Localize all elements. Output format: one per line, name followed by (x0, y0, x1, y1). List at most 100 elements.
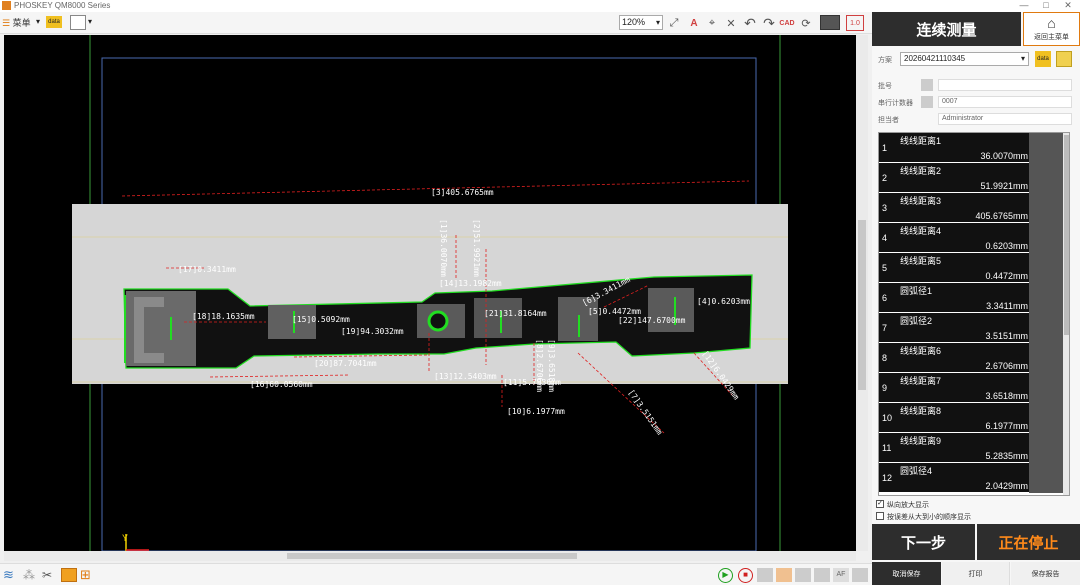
list-item[interactable]: 5 线线距离5 0.4472mm (879, 253, 1063, 283)
list-item[interactable]: 9 线线距离7 3.6518mm (879, 373, 1063, 403)
calibration-icon[interactable]: 1.0 (846, 15, 864, 31)
list-item[interactable]: 8 线线距离6 2.6706mm (879, 343, 1063, 373)
hole-feature (427, 310, 449, 332)
network-icon[interactable]: ⊞ (80, 568, 96, 582)
batch-icon[interactable] (921, 79, 933, 91)
scheme-value: 20260421110345 (904, 54, 966, 63)
scroll-thumb[interactable] (1064, 135, 1069, 335)
zoom-value: 120% (622, 17, 646, 27)
list-item[interactable]: 6 圆弧径1 3.3411mm (879, 283, 1063, 313)
refresh-icon[interactable]: ⟳ (797, 15, 815, 31)
batch-field[interactable] (938, 79, 1072, 91)
measurement-label: [17]0.3411mm (178, 265, 236, 274)
autofocus-icon[interactable]: AF (833, 568, 849, 582)
folder-icon[interactable] (1056, 51, 1072, 67)
fit-view-icon[interactable]: ⤢ (665, 15, 683, 31)
title-bar: PHOSKEY QM8000 Series — □ ✕ (0, 0, 1080, 12)
right-panel: 连续测量 ⌂ 返回主菜单 方案 20260421110345 ▾ data 批号… (872, 12, 1080, 585)
measurement-label: [20]87.7041mm (314, 359, 377, 368)
counter-field[interactable]: 0007 (938, 96, 1072, 108)
measurement-label: [22]147.6700mm (618, 316, 686, 325)
layers-icon[interactable]: ≋ (3, 568, 19, 582)
chevron-down-icon[interactable]: ▾ (36, 17, 44, 26)
part-feature (474, 298, 522, 338)
minimize-button[interactable]: — (1015, 0, 1033, 12)
scroll-thumb[interactable] (858, 220, 866, 390)
sort-error-label: 按误差从大到小的顺序显示 (887, 514, 971, 521)
delete-icon[interactable]: ✕ (722, 15, 740, 31)
measurement-label: [9]3.6518mm (547, 339, 556, 392)
measurement-label: [4]0.6203mm (697, 297, 750, 306)
scroll-thumb[interactable] (287, 553, 577, 559)
maximize-button[interactable]: □ (1037, 0, 1055, 12)
vertical-scrollbar[interactable] (856, 35, 868, 551)
list-item[interactable]: 12 圆弧径4 2.0429mm (879, 463, 1063, 493)
measurement-label: [10]6.1977mm (507, 407, 565, 416)
redo-icon[interactable]: ↷ (760, 15, 778, 31)
operator-label: 担当者 (878, 117, 899, 124)
save-report-button[interactable]: 保存报告 (1011, 562, 1080, 585)
menu-button[interactable]: ☰ 菜单 (2, 16, 31, 29)
zoom-display-checkbox[interactable]: ✓ (876, 500, 884, 508)
list-item[interactable]: 11 线线距离9 5.2835mm (879, 433, 1063, 463)
sort-error-checkbox[interactable] (876, 512, 884, 520)
measurement-label: [2]51.9921mm (472, 219, 481, 277)
light-icon[interactable] (776, 568, 792, 582)
print-button[interactable]: 打印 (942, 562, 1010, 585)
toolbar: ☰ 菜单 ▾ data ▾ 120%▾ ⤢ A ⌖ ✕ ↶ ↷ CAD ⟳ ⚙ … (0, 12, 872, 34)
batch-label: 批号 (878, 83, 892, 90)
measurement-label: [19]94.3032mm (341, 327, 404, 336)
mountain-icon[interactable] (852, 568, 868, 582)
mode-title: 连续测量 (872, 12, 1021, 46)
chevron-down-icon[interactable]: ▾ (88, 17, 92, 26)
zoom-select[interactable]: 120% ▾ (619, 15, 663, 30)
list-item[interactable]: 4 线线距离4 0.6203mm (879, 223, 1063, 253)
measurement-label: [8]2.6706mm (535, 339, 544, 392)
measurement-label: [15]0.5092mm (292, 315, 350, 324)
data-folder-icon[interactable]: data (1035, 51, 1051, 67)
bottom-toolbar: ≋ ⁂ ✂ ⊞ ▶ ■ AF (0, 563, 872, 585)
picture-icon[interactable] (61, 568, 77, 582)
measurement-label: [18]18.1635mm (192, 312, 255, 321)
next-step-button[interactable]: 下一步 (872, 524, 975, 560)
measurement-label: [14]13.1982mm (439, 279, 502, 288)
app-logo-icon (2, 1, 11, 10)
crosshair-icon[interactable]: ⌖ (703, 15, 721, 31)
text-tool-icon[interactable]: A (685, 15, 703, 31)
chevron-down-icon: ▾ (1020, 54, 1025, 63)
measurement-label: [16]60.0560mm (250, 380, 313, 389)
close-button[interactable]: ✕ (1059, 0, 1077, 12)
scheme-select[interactable]: 20260421110345 ▾ (900, 52, 1029, 66)
operator-field[interactable]: Administrator (938, 113, 1072, 125)
measurement-label: [7]3.5151mm (626, 388, 664, 437)
home-icon: ⌂ (1047, 15, 1056, 31)
horizontal-scrollbar[interactable] (4, 551, 856, 561)
stop-icon[interactable]: ■ (738, 568, 753, 583)
tree-icon[interactable]: ⁂ (23, 568, 39, 582)
counter-label: 串行计数器 (878, 100, 913, 107)
play-icon[interactable]: ▶ (718, 568, 733, 583)
results-list[interactable]: 1 线线距离1 36.0070mm 2 线线距离2 51.9921mm 3 线线距离3 40… (878, 132, 1070, 496)
measurement-label: [21]31.8164mm (484, 309, 547, 318)
cad-icon[interactable]: CAD (778, 15, 796, 31)
stop-button[interactable]: 正在停止 (977, 524, 1080, 560)
undo-icon[interactable]: ↶ (741, 15, 759, 31)
layout-icon[interactable] (70, 15, 86, 30)
list-item[interactable]: 3 线线距离3 405.6765mm (879, 193, 1063, 223)
stage-icon[interactable] (795, 568, 811, 582)
tools-icon[interactable]: ✂ (42, 568, 58, 582)
list-scrollbar[interactable] (1063, 133, 1069, 495)
list-item[interactable]: 1 线线距离1 36.0070mm (879, 133, 1063, 163)
platform-icon[interactable] (814, 568, 830, 582)
counter-icon[interactable] (921, 96, 933, 108)
list-item[interactable]: 10 线线距离8 6.1977mm (879, 403, 1063, 433)
measurement-canvas[interactable]: [3]405.6765mm [17]0.3411mm [18]18.1635mm… (4, 35, 856, 551)
image-icon[interactable] (820, 15, 840, 30)
cancel-save-button[interactable]: 取消保存 (872, 562, 941, 585)
scheme-label: 方案 (878, 57, 892, 64)
capture-icon[interactable] (757, 568, 773, 582)
list-item[interactable]: 2 线线距离2 51.9921mm (879, 163, 1063, 193)
home-button[interactable]: ⌂ 返回主菜单 (1023, 12, 1080, 46)
list-item[interactable]: 7 圆弧径2 3.5151mm (879, 313, 1063, 343)
data-button[interactable]: data (46, 16, 62, 28)
